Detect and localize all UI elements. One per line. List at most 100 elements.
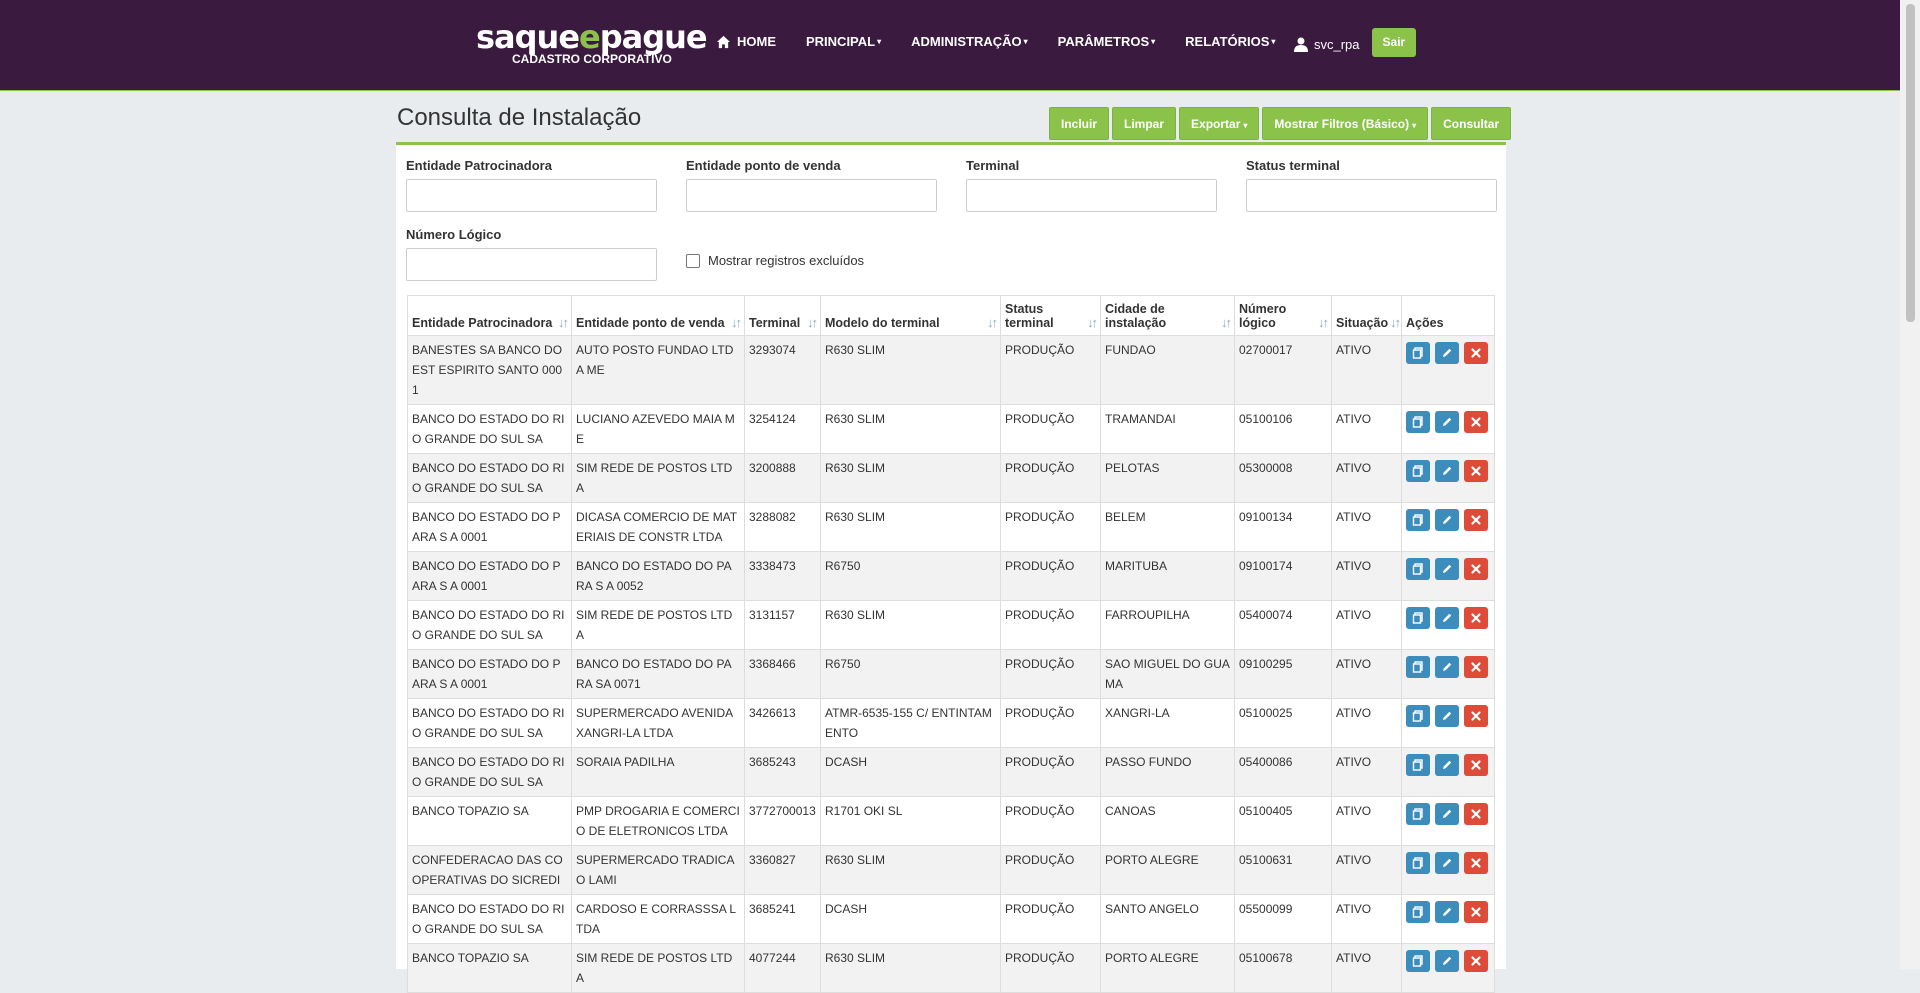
edit-button[interactable] (1435, 901, 1459, 923)
view-button[interactable] (1406, 411, 1430, 433)
close-icon (1471, 466, 1481, 476)
pencil-icon (1443, 956, 1452, 965)
delete-button[interactable] (1464, 803, 1488, 825)
edit-button[interactable] (1435, 460, 1459, 482)
view-button[interactable] (1406, 656, 1430, 678)
entidade-pdv-input[interactable] (686, 179, 937, 212)
edit-button[interactable] (1435, 803, 1459, 825)
nav-parametros[interactable]: PARÂMETROS ▾ (1058, 34, 1156, 49)
view-button[interactable] (1406, 754, 1430, 776)
table-row[interactable]: BANCO DO ESTADO DO PARA S A 0001 DICASA C… (407, 502, 1495, 552)
nav-home[interactable]: HOME (716, 34, 776, 49)
cell-terminal: 3360827 (744, 845, 821, 895)
delete-button[interactable] (1464, 754, 1488, 776)
nav-administracao[interactable]: ADMINISTRAÇÃO ▾ (911, 34, 1028, 49)
view-button[interactable] (1406, 460, 1430, 482)
delete-button[interactable] (1464, 901, 1488, 923)
table-row[interactable]: BANCO DO ESTADO DO RIO GRANDE DO SUL SA S… (407, 453, 1495, 503)
brand-logo[interactable]: saqueepague CADASTRO CORPORATIVO (476, 20, 708, 66)
sort-icon[interactable]: ↓↑ (1318, 315, 1329, 330)
view-button[interactable] (1406, 342, 1430, 364)
view-button[interactable] (1406, 705, 1430, 727)
table-row[interactable]: BANCO DO ESTADO DO PARA S A 0001 BANCO DO… (407, 551, 1495, 601)
edit-button[interactable] (1435, 656, 1459, 678)
view-button[interactable] (1406, 607, 1430, 629)
cell-cidade: CANOAS (1100, 796, 1235, 846)
cell-modelo: R630 SLIM (820, 943, 1001, 993)
nav-relatorios[interactable]: RELATÓRIOS ▾ (1185, 34, 1275, 49)
col-header-entidade-pdv[interactable]: Entidade ponto de venda ↓↑ (571, 295, 745, 336)
delete-button[interactable] (1464, 705, 1488, 727)
delete-button[interactable] (1464, 509, 1488, 531)
delete-button[interactable] (1464, 607, 1488, 629)
delete-button[interactable] (1464, 656, 1488, 678)
delete-button[interactable] (1464, 342, 1488, 364)
table-row[interactable]: CONFEDERACAO DAS COOPERATIVAS DO SICREDI… (407, 845, 1495, 895)
col-header-entidade-patrocinadora[interactable]: Entidade Patrocinadora ↓↑ (407, 295, 572, 336)
cell-cidade: TRAMANDAI (1100, 404, 1235, 454)
edit-button[interactable] (1435, 852, 1459, 874)
page-scrollbar-thumb[interactable] (1906, 4, 1915, 322)
table-row[interactable]: BANCO DO ESTADO DO RIO GRANDE DO SUL SA S… (407, 747, 1495, 797)
sort-icon[interactable]: ↓↑ (1390, 315, 1401, 330)
col-header-status[interactable]: Status terminal ↓↑ (1000, 295, 1101, 336)
mostrar-filtros-button[interactable]: Mostrar Filtros (Básico) ▾ (1262, 107, 1429, 140)
sort-icon[interactable]: ↓↑ (807, 315, 818, 330)
view-button[interactable] (1406, 558, 1430, 580)
sort-icon[interactable]: ↓↑ (558, 315, 569, 330)
edit-button[interactable] (1435, 558, 1459, 580)
cell-numero-logico: 09100295 (1234, 649, 1332, 699)
edit-button[interactable] (1435, 705, 1459, 727)
pencil-icon (1443, 466, 1452, 475)
table-row[interactable]: BANCO DO ESTADO DO PARA S A 0001 BANCO DO… (407, 649, 1495, 699)
mostrar-excluidos-option[interactable]: Mostrar registros excluídos (686, 253, 864, 268)
col-header-numero-logico[interactable]: Número lógico ↓↑ (1234, 295, 1332, 336)
delete-button[interactable] (1464, 460, 1488, 482)
sort-icon[interactable]: ↓↑ (987, 315, 998, 330)
sort-icon[interactable]: ↓↑ (1221, 315, 1232, 330)
nav-principal[interactable]: PRINCIPAL ▾ (806, 34, 881, 49)
cell-entidade-pdv: SUPERMERCADO TRADICAO LAMI (571, 845, 745, 895)
col-header-terminal[interactable]: Terminal ↓↑ (744, 295, 821, 336)
brand-name-part2: pague (599, 18, 708, 56)
incluir-button[interactable]: Incluir (1049, 107, 1110, 140)
view-button[interactable] (1406, 901, 1430, 923)
col-header-situacao[interactable]: Situação ↓↑ (1331, 295, 1402, 336)
table-row[interactable]: BANCO DO ESTADO DO RIO GRANDE DO SUL SA S… (407, 698, 1495, 748)
table-row[interactable]: BANCO TOPAZIO SA PMP DROGARIA E COMERCIO … (407, 796, 1495, 846)
edit-button[interactable] (1435, 411, 1459, 433)
view-button[interactable] (1406, 509, 1430, 531)
sort-icon[interactable]: ↓↑ (1087, 315, 1098, 330)
exportar-button[interactable]: Exportar ▾ (1179, 107, 1260, 140)
table-row[interactable]: BANCO DO ESTADO DO RIO GRANDE DO SUL SA L… (407, 404, 1495, 454)
col-header-cidade[interactable]: Cidade de instalação ↓↑ (1100, 295, 1235, 336)
table-row[interactable]: BANCO DO ESTADO DO RIO GRANDE DO SUL SA C… (407, 894, 1495, 944)
edit-button[interactable] (1435, 509, 1459, 531)
col-header-modelo[interactable]: Modelo do terminal ↓↑ (820, 295, 1001, 336)
numero-logico-input[interactable] (406, 248, 657, 281)
consultar-button[interactable]: Consultar (1431, 107, 1512, 140)
filter-label: Entidade ponto de venda (686, 158, 841, 173)
view-button[interactable] (1406, 852, 1430, 874)
user-name[interactable]: svc_rpa (1314, 37, 1360, 52)
edit-button[interactable] (1435, 754, 1459, 776)
mostrar-excluidos-checkbox[interactable] (686, 253, 700, 268)
entidade-patrocinadora-input[interactable] (406, 179, 657, 212)
mostrar-excluidos-label: Mostrar registros excluídos (708, 253, 865, 268)
sort-icon[interactable]: ↓↑ (731, 315, 742, 330)
edit-button[interactable] (1435, 342, 1459, 364)
delete-button[interactable] (1464, 852, 1488, 874)
table-row[interactable]: BANESTES SA BANCO DO EST ESPIRITO SANTO … (407, 335, 1495, 405)
view-button[interactable] (1406, 803, 1430, 825)
cell-numero-logico: 09100134 (1234, 502, 1332, 552)
logout-button[interactable]: Sair (1371, 28, 1417, 57)
delete-button[interactable] (1464, 411, 1488, 433)
edit-button[interactable] (1435, 607, 1459, 629)
delete-button[interactable] (1464, 558, 1488, 580)
terminal-input[interactable] (966, 179, 1217, 212)
limpar-button[interactable]: Limpar (1112, 107, 1177, 140)
cell-status: PRODUÇÃO (1000, 747, 1101, 797)
status-terminal-input[interactable] (1246, 179, 1497, 212)
table-row[interactable]: BANCO TOPAZIO SA SIM REDE DE POSTOS LTDA 4… (407, 943, 1495, 993)
table-row[interactable]: BANCO DO ESTADO DO RIO GRANDE DO SUL SA S… (407, 600, 1495, 650)
